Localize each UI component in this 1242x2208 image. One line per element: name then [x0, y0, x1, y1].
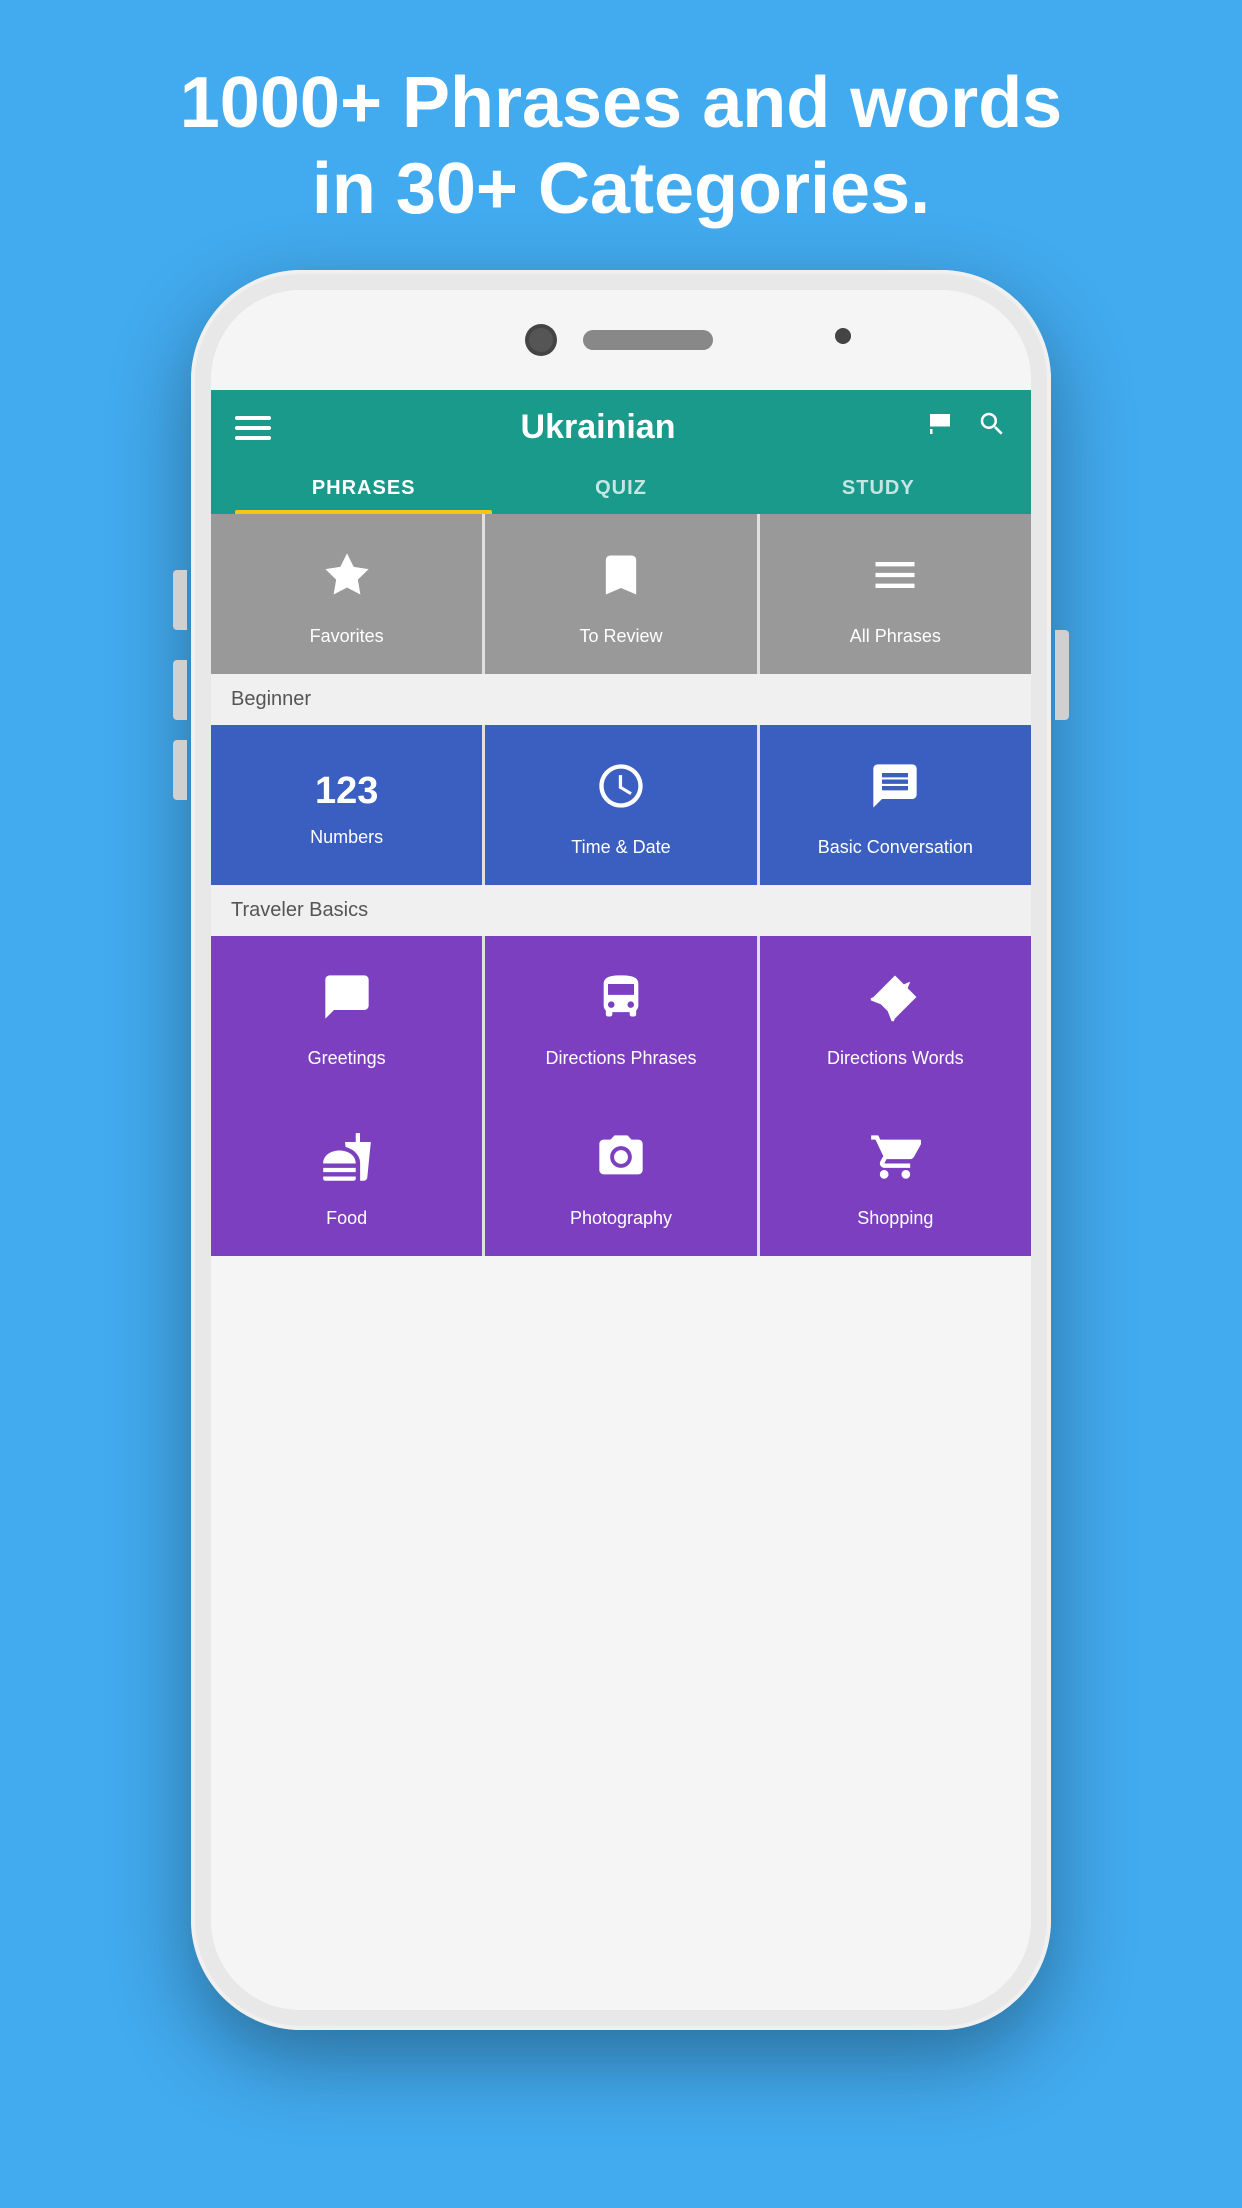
phone-speaker [583, 330, 713, 350]
phone-inner: Ukrainian [211, 290, 1031, 2010]
speech-icon [321, 971, 373, 1034]
headline-line2: in 30+ Categories. [80, 146, 1162, 232]
basic-conversation-cell[interactable]: Basic Conversation [760, 725, 1031, 885]
header-top: Ukrainian [235, 408, 1007, 463]
numbers-cell[interactable]: 123 Numbers [211, 725, 482, 885]
directions-phrases-label: Directions Phrases [545, 1048, 696, 1069]
phone-top-bar [211, 290, 1031, 390]
greetings-label: Greetings [308, 1048, 386, 1069]
time-date-label: Time & Date [571, 837, 670, 858]
basic-conversation-label: Basic Conversation [818, 837, 973, 858]
photography-label: Photography [570, 1208, 672, 1229]
greetings-cell[interactable]: Greetings [211, 936, 482, 1096]
tab-study[interactable]: STUDY [750, 463, 1007, 514]
numbers-icon: 123 [315, 770, 378, 813]
phone-camera [529, 328, 553, 352]
tab-quiz[interactable]: QUIZ [492, 463, 749, 514]
to-review-cell[interactable]: To Review [485, 514, 756, 674]
favorites-label: Favorites [310, 626, 384, 647]
tab-phrases[interactable]: PHRASES [235, 463, 492, 514]
beginner-section-header: Beginner [211, 674, 1031, 725]
search-icon[interactable] [977, 409, 1007, 447]
traveler-grid: Greetings Directions Phrases Directions … [211, 936, 1031, 1096]
shopping-cell[interactable]: Shopping [760, 1096, 1031, 1256]
star-icon [321, 549, 373, 612]
time-date-cell[interactable]: Time & Date [485, 725, 756, 885]
app-content: Ukrainian [211, 390, 1031, 2010]
numbers-label: Numbers [310, 827, 383, 848]
to-review-label: To Review [579, 626, 662, 647]
all-phrases-cell[interactable]: All Phrases [760, 514, 1031, 674]
bookmark-icon [595, 549, 647, 612]
bottom-grid: Food Photography Shopping [211, 1096, 1031, 1256]
cart-icon [869, 1131, 921, 1194]
phone-frame: Ukrainian [191, 270, 1051, 2030]
photography-cell[interactable]: Photography [485, 1096, 756, 1256]
all-phrases-label: All Phrases [850, 626, 941, 647]
bus-icon [595, 971, 647, 1034]
lines-icon [869, 549, 921, 612]
menu-icon[interactable] [235, 416, 271, 440]
directions-words-cell[interactable]: Directions Words [760, 936, 1031, 1096]
shopping-label: Shopping [857, 1208, 933, 1229]
traveler-section-header: Traveler Basics [211, 885, 1031, 936]
app-header: Ukrainian [211, 390, 1031, 514]
directions-phrases-cell[interactable]: Directions Phrases [485, 936, 756, 1096]
food-cell[interactable]: Food [211, 1096, 482, 1256]
camera-icon [595, 1131, 647, 1194]
phone-front-camera [835, 328, 851, 344]
headline-line1: 1000+ Phrases and words [80, 60, 1162, 146]
food-label: Food [326, 1208, 367, 1229]
chat-icon [869, 760, 921, 823]
favorites-cell[interactable]: Favorites [211, 514, 482, 674]
main-scroll[interactable]: Favorites To Review All Phrases [211, 514, 1031, 2010]
directions-words-label: Directions Words [827, 1048, 964, 1069]
top-grid: Favorites To Review All Phrases [211, 514, 1031, 674]
beginner-grid: 123 Numbers Time & Date Basic Conversa [211, 725, 1031, 885]
tab-bar: PHRASES QUIZ STUDY [235, 463, 1007, 514]
flag-icon[interactable] [925, 409, 955, 447]
header-icons [925, 409, 1007, 447]
app-title: Ukrainian [521, 408, 676, 447]
headline: 1000+ Phrases and words in 30+ Categorie… [0, 0, 1242, 273]
clock-icon [595, 760, 647, 823]
direction-icon [869, 971, 921, 1034]
utensils-icon [321, 1131, 373, 1194]
